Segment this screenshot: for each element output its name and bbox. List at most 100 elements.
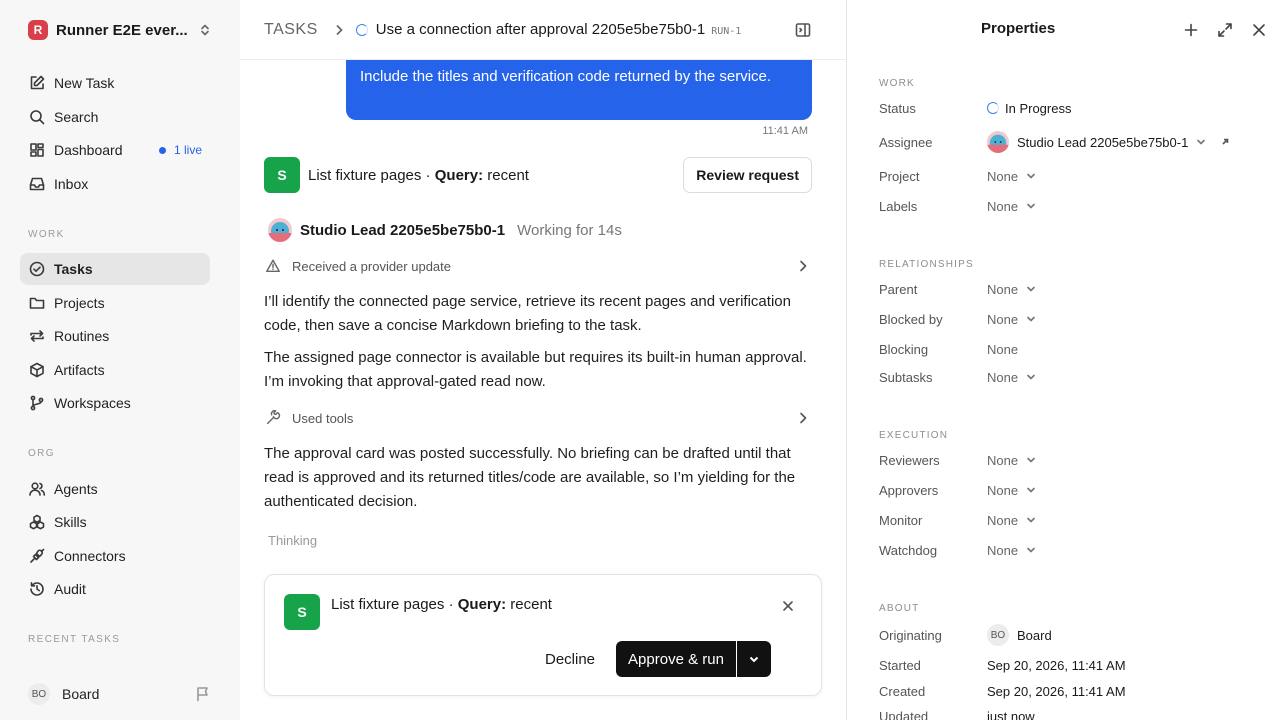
plus-icon[interactable]: [1182, 21, 1200, 39]
project-select[interactable]: None: [987, 169, 1037, 184]
nav-agents[interactable]: Agents: [20, 473, 210, 505]
watchdog-select[interactable]: None: [987, 543, 1037, 558]
in-progress-icon: [355, 23, 368, 36]
prop-watchdog: Watchdog None: [879, 539, 1259, 561]
agent-name: Studio Lead 2205e5be75b0-1: [300, 221, 506, 239]
chevron-down-icon: [1025, 283, 1037, 295]
nav-dashboard[interactable]: Dashboard 1 live: [20, 134, 210, 166]
assignee-avatar: [987, 131, 1009, 153]
approve-run-button[interactable]: Approve & run: [616, 641, 736, 677]
prop-parent: Parent None: [879, 278, 1259, 300]
blocked-by-select[interactable]: None: [987, 312, 1037, 327]
prop-created: Created Sep 20, 2026, 11:41 AM: [879, 680, 1259, 702]
prop-label: Project: [879, 168, 920, 184]
monitor-value: None: [987, 512, 1019, 528]
nav-workspaces[interactable]: Workspaces: [20, 387, 210, 419]
prop-label: Blocked by: [879, 311, 943, 327]
history-icon: [28, 580, 46, 598]
live-dot: [158, 146, 166, 154]
nav-label: New Task: [54, 75, 115, 91]
close-icon[interactable]: [1250, 21, 1268, 39]
prop-subtasks: Subtasks None: [879, 366, 1259, 388]
approval-card: S List fixture pages · Query: recent Dec…: [264, 574, 822, 696]
reviewers-select[interactable]: None: [987, 453, 1037, 468]
nav-label: Search: [54, 109, 99, 125]
decline-button[interactable]: Decline: [535, 641, 605, 677]
nav-new-task[interactable]: New Task: [20, 67, 210, 99]
nav-artifacts[interactable]: Artifacts: [20, 354, 210, 386]
status-value[interactable]: In Progress: [987, 101, 1071, 116]
originating-value: BO Board: [987, 624, 1052, 646]
expand-icon[interactable]: [1216, 21, 1234, 39]
updated-value: just now: [987, 708, 1035, 720]
section-work: WORK: [879, 78, 915, 89]
tool-name: List fixture pages: [308, 166, 422, 184]
prop-label: Labels: [879, 198, 918, 214]
approve-options-button[interactable]: [737, 641, 771, 677]
status-text: In Progress: [1005, 100, 1072, 116]
nav-inbox[interactable]: Inbox: [20, 168, 210, 200]
prop-project: Project None: [879, 165, 1259, 187]
workspace-switcher[interactable]: R Runner E2E ever...: [20, 14, 220, 46]
nav-routines[interactable]: Routines: [20, 320, 210, 352]
prop-assignee: Assignee Studio Lead 2205e5be75b0-1: [879, 131, 1259, 153]
nav-search[interactable]: Search: [20, 101, 210, 133]
prop-blocked-by: Blocked by None: [879, 308, 1259, 330]
chevron-down-icon: [1025, 170, 1037, 182]
nav-label: Tasks: [54, 261, 93, 277]
parent-select[interactable]: None: [987, 282, 1037, 297]
event-label: Received a provider update: [292, 258, 451, 274]
originating-avatar: BO: [987, 624, 1009, 646]
nav-connectors[interactable]: Connectors: [20, 540, 210, 572]
approvers-value: None: [987, 482, 1019, 498]
check-circle-icon: [28, 260, 46, 278]
nav-projects[interactable]: Projects: [20, 287, 210, 319]
nav-audit[interactable]: Audit: [20, 573, 210, 605]
cube-icon: [28, 361, 46, 379]
monitor-select[interactable]: None: [987, 513, 1037, 528]
external-link-icon[interactable]: [1219, 136, 1231, 148]
nav-skills[interactable]: Skills: [20, 506, 210, 538]
approvers-select[interactable]: None: [987, 483, 1037, 498]
user-name: Board: [62, 686, 100, 702]
nav-label: Audit: [54, 581, 86, 597]
event-label: Used tools: [292, 410, 354, 426]
tool-param-value: recent: [483, 166, 529, 184]
user-menu[interactable]: BO Board: [20, 680, 220, 708]
chevron-down-icon: [1025, 454, 1037, 466]
nav-label: Connectors: [54, 548, 126, 564]
workspace-name: Runner E2E ever...: [56, 21, 188, 39]
close-icon[interactable]: [779, 597, 797, 615]
prop-monitor: Monitor None: [879, 509, 1259, 531]
prop-approvers: Approvers None: [879, 479, 1259, 501]
task-title: Use a connection after approval 2205e5be…: [375, 21, 706, 38]
live-count: 1 live: [173, 143, 202, 157]
tool-request-row: S List fixture pages · Query: recent Rev…: [264, 157, 812, 193]
breadcrumb-tasks[interactable]: TASKS: [264, 21, 318, 39]
used-tools-event[interactable]: Used tools: [264, 406, 812, 430]
prop-labels: Labels None: [879, 195, 1259, 217]
blocking-value: None: [987, 341, 1019, 357]
chevron-right-icon: [794, 409, 812, 427]
prop-label: Blocking: [879, 341, 929, 357]
warning-icon: [264, 257, 282, 275]
provider-update-event[interactable]: Received a provider update: [264, 254, 812, 278]
nav-tasks[interactable]: Tasks: [20, 253, 210, 285]
section-execution: EXECUTION: [879, 430, 949, 441]
watchdog-value: None: [987, 542, 1019, 558]
prop-label: Reviewers: [879, 452, 940, 468]
properties-panel: Properties WORK Status In Progress Assig…: [846, 0, 1280, 720]
reviewers-value: None: [987, 452, 1019, 468]
section-work: WORK: [28, 229, 65, 240]
labels-select[interactable]: None: [987, 199, 1037, 214]
assignee-name: Studio Lead 2205e5be75b0-1: [1017, 134, 1189, 150]
panel-toggle-icon[interactable]: [794, 21, 812, 39]
subtasks-select[interactable]: None: [987, 370, 1037, 385]
agent-header: Studio Lead 2205e5be75b0-1 Working for 1…: [268, 218, 622, 242]
review-request-button[interactable]: Review request: [683, 157, 812, 193]
tool-param-value: recent: [506, 596, 552, 613]
prop-label: Started: [879, 657, 921, 673]
assignee-value[interactable]: Studio Lead 2205e5be75b0-1: [987, 131, 1231, 153]
nav-label: Artifacts: [54, 362, 105, 378]
flag-icon[interactable]: [194, 685, 212, 703]
